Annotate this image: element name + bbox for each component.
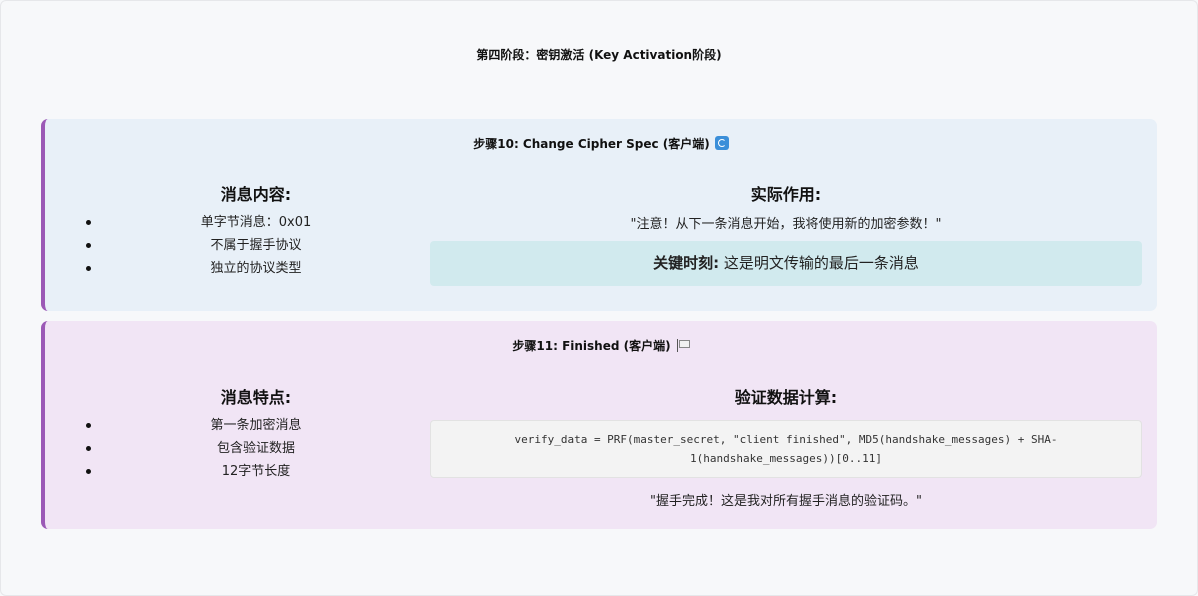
step11-bullet-list: 第一条加密消息 包含验证数据 12字节长度	[81, 414, 431, 483]
flag-icon	[676, 339, 690, 352]
step11-left-heading: 消息特点:	[220, 388, 292, 407]
highlight-text: 这是明文传输的最后一条消息	[719, 254, 919, 272]
highlight-label: 关键时刻:	[653, 254, 720, 272]
step10-quote: "注意！从下一条消息开始，我将使用新的加密参数！"	[630, 217, 942, 232]
step10-title-text: 步骤10: Change Cipher Spec (客户端)	[473, 137, 710, 151]
list-item: 包含验证数据	[81, 437, 431, 460]
stage-title: 第四阶段：密钥激活 (Key Activation阶段)	[476, 48, 722, 62]
step11-left-column: 消息特点: 第一条加密消息 包含验证数据 12字节长度	[81, 384, 431, 483]
step11-right-heading: 验证数据计算:	[734, 388, 838, 407]
step10-highlight: 关键时刻: 这是明文传输的最后一条消息	[430, 241, 1142, 286]
step11-title-text: 步骤11: Finished (客户端)	[512, 339, 671, 353]
list-item: 第一条加密消息	[81, 414, 431, 437]
step10-title: 步骤10: Change Cipher Spec (客户端)	[45, 135, 1157, 152]
step11-quote: "握手完成！这是我对所有握手消息的验证码。"	[650, 494, 922, 509]
step11-card: 步骤11: Finished (客户端) 消息特点: 第一条加密消息 包含验证数…	[41, 321, 1157, 529]
step10-right-heading: 实际作用:	[750, 185, 822, 204]
list-item: 不属于握手协议	[81, 234, 431, 257]
step10-right-column: 实际作用: "注意！从下一条消息开始，我将使用新的加密参数！" 关键时刻: 这是…	[430, 181, 1142, 286]
step11-right-column: 验证数据计算: verify_data = PRF(master_secret,…	[430, 384, 1142, 509]
list-item: 单字节消息：0x01	[81, 211, 431, 234]
verify-data-code: verify_data = PRF(master_secret, "client…	[430, 420, 1142, 478]
list-item: 独立的协议类型	[81, 257, 431, 280]
step10-bullet-list: 单字节消息：0x01 不属于握手协议 独立的协议类型	[81, 211, 431, 280]
step10-left-heading: 消息内容:	[220, 185, 292, 204]
step10-left-column: 消息内容: 单字节消息：0x01 不属于握手协议 独立的协议类型	[81, 181, 431, 280]
list-item: 12字节长度	[81, 460, 431, 483]
refresh-icon	[714, 136, 729, 150]
step10-card: 步骤10: Change Cipher Spec (客户端) 消息内容: 单字节…	[41, 119, 1157, 311]
step11-title: 步骤11: Finished (客户端)	[45, 337, 1157, 354]
